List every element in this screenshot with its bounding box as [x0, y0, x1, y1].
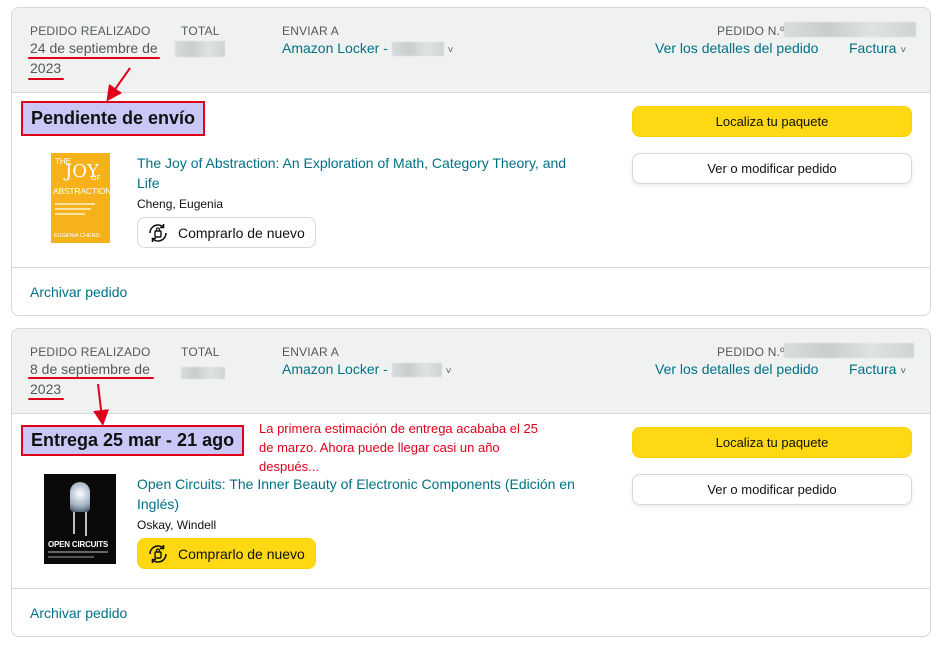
- order-number-label: PEDIDO N.º: [717, 24, 785, 38]
- order-header: PEDIDO REALIZADO 8 de septiembre de 2023…: [12, 329, 930, 414]
- order-number-label: PEDIDO N.º: [717, 345, 785, 359]
- invoice-link[interactable]: Factura ˅: [849, 359, 906, 382]
- status-highlight: Pendiente de envío: [21, 101, 206, 136]
- underline-annotation: [28, 57, 160, 59]
- buy-again-cycle-icon: [149, 223, 167, 242]
- product-title-link[interactable]: Open Circuits: The Inner Beauty of Elect…: [137, 474, 587, 514]
- archive-order-link[interactable]: Archivar pedido: [30, 605, 127, 621]
- order-header: PEDIDO REALIZADO 24 de septiembre de 202…: [12, 8, 930, 93]
- product-author: Oskay, Windell: [137, 518, 217, 532]
- buy-again-button[interactable]: Comprarlo de nuevo: [137, 538, 316, 569]
- chevron-down-icon: ˅: [447, 45, 454, 56]
- track-package-button[interactable]: Localiza tu paquete: [632, 106, 912, 137]
- order-details-link[interactable]: Ver los detalles del pedido: [655, 38, 818, 58]
- buy-again-cycle-icon: [149, 544, 167, 563]
- buy-again-button[interactable]: Comprarlo de nuevo: [137, 217, 316, 248]
- ship-to-label: ENVIAR A: [282, 24, 339, 38]
- annotation-note: La primera estimación de entrega acababa…: [259, 421, 538, 474]
- modify-order-button[interactable]: Ver o modificar pedido: [632, 153, 912, 184]
- order-number-redacted: [784, 21, 916, 39]
- product-author: Cheng, Eugenia: [137, 197, 224, 211]
- order-details-link[interactable]: Ver los detalles del pedido: [655, 359, 818, 379]
- product-title-link[interactable]: The Joy of Abstraction: An Exploration o…: [137, 153, 587, 193]
- order-card: PEDIDO REALIZADO 8 de septiembre de 2023…: [11, 328, 931, 637]
- total-value-redacted: [181, 362, 225, 382]
- modify-order-button[interactable]: Ver o modificar pedido: [632, 474, 912, 505]
- product-image[interactable]: THE JOY OF ABSTRACTION EUGENIA CHENG: [51, 153, 110, 243]
- product-image[interactable]: OPEN CIRCUITS: [44, 474, 116, 564]
- ship-to-link[interactable]: Amazon Locker - ˅: [282, 38, 453, 61]
- total-value-redacted: [175, 38, 225, 58]
- order-card: PEDIDO REALIZADO 24 de septiembre de 202…: [11, 7, 931, 316]
- chevron-down-icon: ˅: [445, 366, 452, 377]
- order-number-redacted: [784, 342, 914, 360]
- total-label: TOTAL: [181, 345, 220, 359]
- underline-annotation: [28, 377, 154, 379]
- buy-again-label: Comprarlo de nuevo: [178, 545, 305, 562]
- ship-to-label: ENVIAR A: [282, 345, 339, 359]
- invoice-link[interactable]: Factura ˅: [849, 38, 906, 61]
- ship-to-link[interactable]: Amazon Locker - ˅: [282, 359, 451, 382]
- placed-label: PEDIDO REALIZADO: [30, 345, 151, 359]
- chevron-down-icon: ˅: [900, 366, 907, 377]
- order-date: 8 de septiembre de 2023: [30, 361, 150, 397]
- status-highlight: Entrega 25 mar - 21 ago: [21, 425, 245, 456]
- track-package-button[interactable]: Localiza tu paquete: [632, 427, 912, 458]
- placed-label: PEDIDO REALIZADO: [30, 24, 151, 38]
- underline-annotation: [28, 78, 64, 80]
- chevron-down-icon: ˅: [900, 45, 907, 56]
- total-label: TOTAL: [181, 24, 220, 38]
- underline-annotation: [28, 398, 64, 400]
- archive-order-link[interactable]: Archivar pedido: [30, 284, 127, 300]
- buy-again-label: Comprarlo de nuevo: [178, 224, 305, 241]
